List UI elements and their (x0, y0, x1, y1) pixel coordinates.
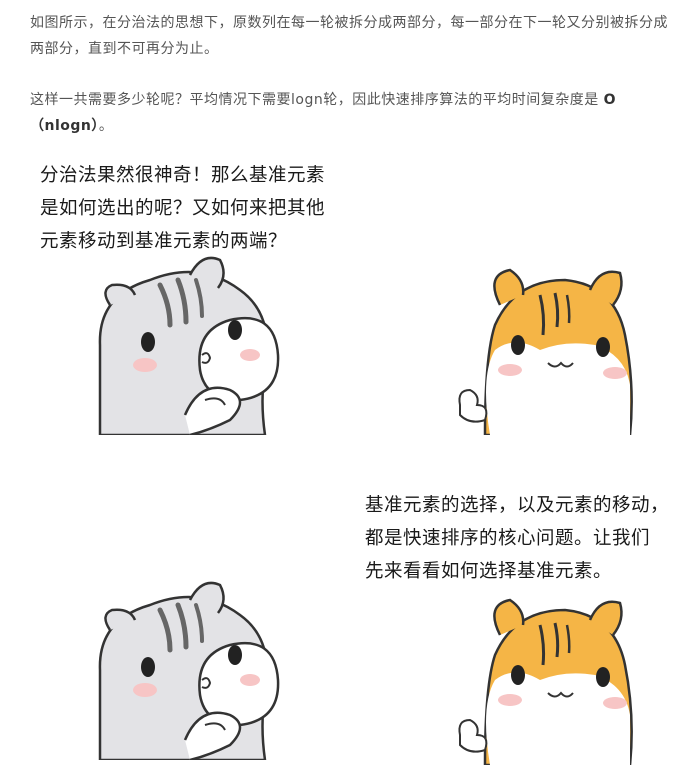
speech-line: 都是快速排序的核心问题。让我们 (365, 528, 651, 549)
orange-hamster-illustration (458, 598, 633, 765)
gray-hamster-thinking-illustration (98, 581, 280, 760)
speech-line: 分治法果然很神奇！那么基准元素 (40, 165, 326, 186)
speech-line: 先来看看如何选择基准元素。 (365, 561, 613, 582)
speech-text-answer: 基准元素的选择，以及元素的移动， 都是快速排序的核心问题。让我们 先来看看如何选… (365, 489, 685, 588)
orange-hamster-illustration (458, 268, 633, 435)
speech-text-question: 分治法果然很神奇！那么基准元素 是如何选出的呢？又如何来把其他 元素移动到基准元… (40, 159, 370, 258)
paragraph-complexity-end: 。 (98, 118, 114, 134)
speech-line: 是如何选出的呢？又如何来把其他 (40, 198, 326, 219)
paragraph-complexity: 这样一共需要多少轮呢？平均情况下需要logn轮，因此快速排序算法的平均时间复杂度… (30, 87, 675, 139)
speech-line: 基准元素的选择，以及元素的移动， (365, 495, 670, 516)
gray-hamster-thinking-illustration (98, 256, 280, 435)
paragraph-complexity-text: 这样一共需要多少轮呢？平均情况下需要logn轮，因此快速排序算法的平均时间复杂度… (30, 92, 604, 108)
paragraph-divide-and-conquer: 如图所示，在分治法的思想下，原数列在每一轮被拆分成两部分，每一部分在下一轮又分别… (30, 15, 668, 57)
